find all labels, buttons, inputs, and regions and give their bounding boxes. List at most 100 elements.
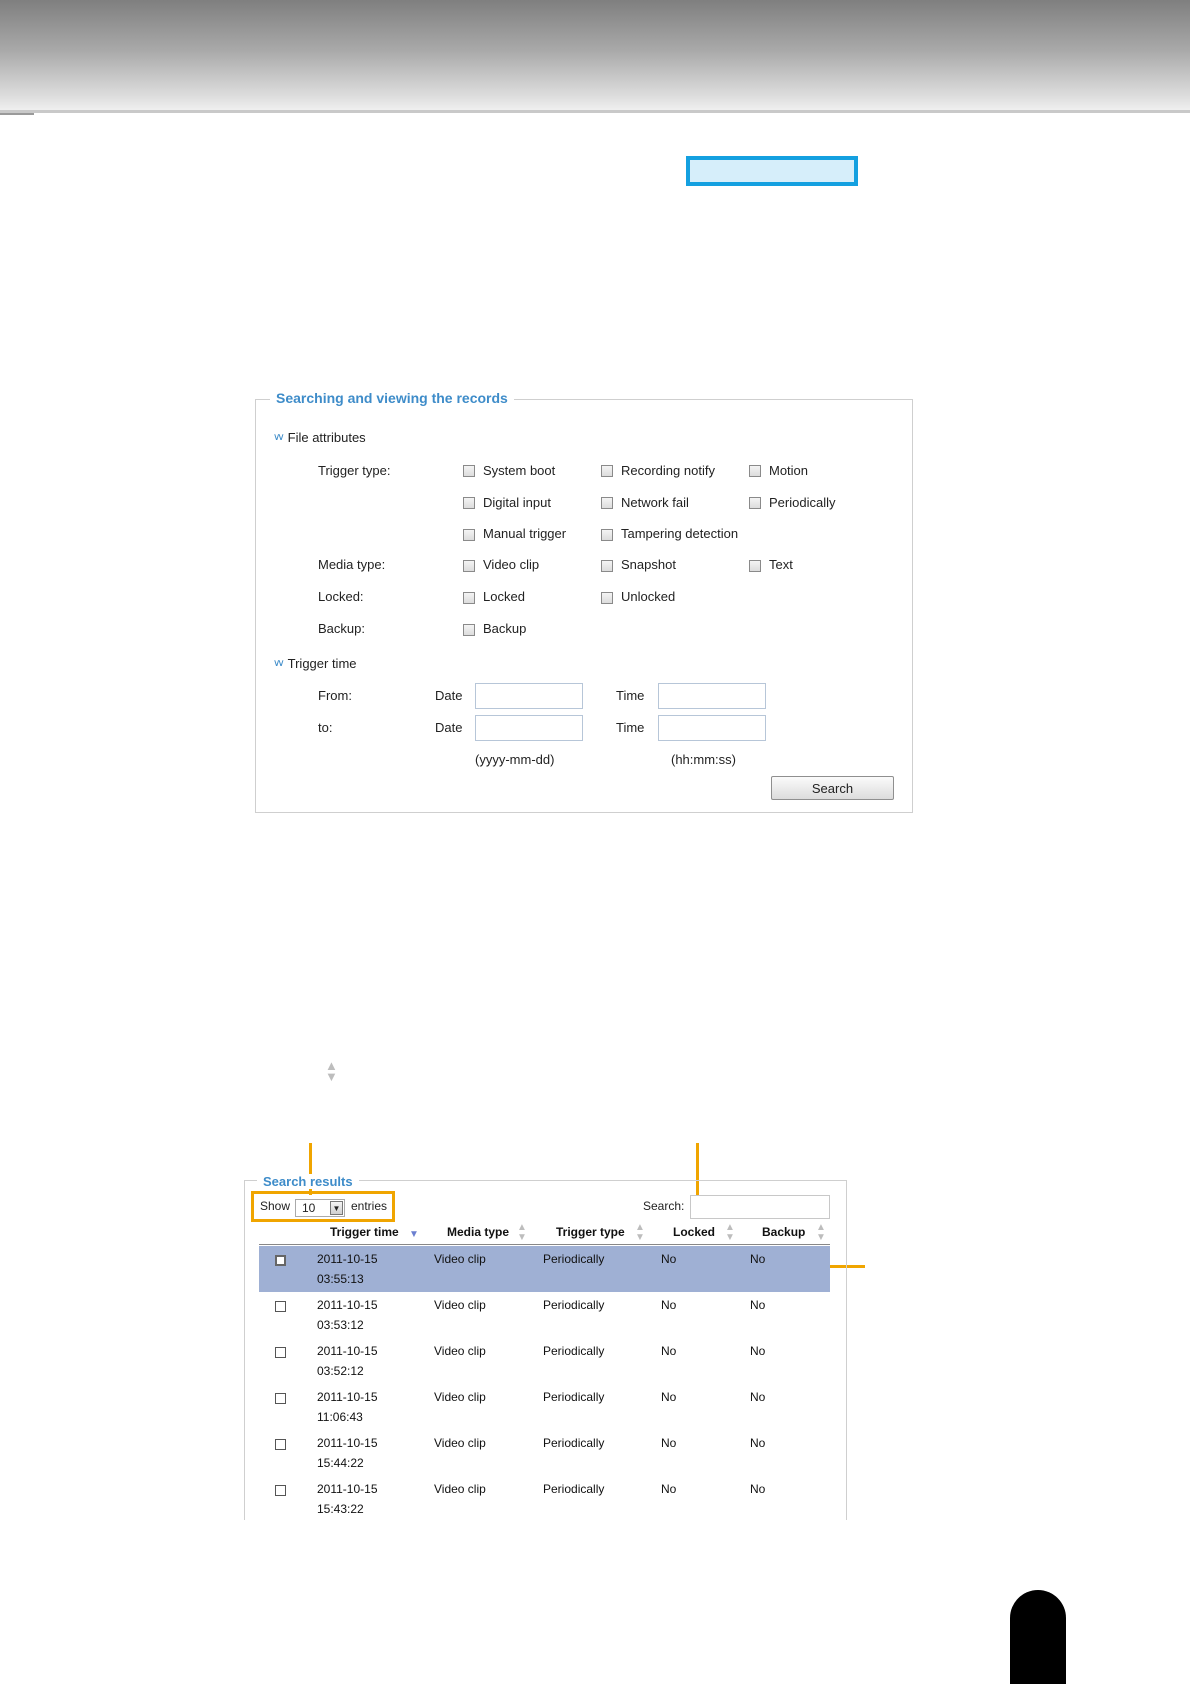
checkbox-video-clip[interactable] (463, 560, 475, 572)
row-backup: No (750, 1298, 766, 1312)
page-number-badge (1010, 1590, 1066, 1684)
row-media-type: Video clip (434, 1344, 486, 1358)
from-time-input[interactable] (658, 683, 766, 709)
row-checkbox[interactable] (275, 1485, 286, 1496)
sort-desc-icon[interactable]: ▼ (409, 1229, 419, 1240)
header-rule (0, 110, 1190, 113)
search-button[interactable]: Search (771, 776, 894, 800)
media-type-label: Media type: (318, 557, 386, 572)
sort-up-down-icon[interactable]: ▲ ▼ (815, 1223, 827, 1243)
checkbox-label: Unlocked (621, 589, 676, 604)
row-trigger-type: Periodically (543, 1390, 605, 1404)
header-divider (259, 1244, 830, 1245)
row-backup: No (750, 1436, 766, 1450)
column-header-trigger-time[interactable]: Trigger time (330, 1225, 399, 1239)
sort-up-down-icon[interactable]: ▲ ▼ (634, 1223, 646, 1243)
column-header-trigger-type[interactable]: Trigger type (556, 1225, 625, 1239)
column-header-media-type[interactable]: Media type (447, 1225, 509, 1239)
file-attributes-heading: File attributes (287, 430, 366, 445)
row-media-type: Video clip (434, 1390, 486, 1404)
backup-label: Backup: (318, 621, 365, 636)
entries-select[interactable]: 10 ▼ (295, 1199, 345, 1217)
checkbox-text[interactable] (749, 560, 761, 572)
row-trigger-time: 15:44:22 (317, 1456, 364, 1470)
checkbox-network-fail[interactable] (601, 497, 613, 509)
sort-up-down-icon[interactable]: ▲ ▼ (724, 1223, 736, 1243)
header-tick (0, 113, 34, 115)
row-trigger-date: 2011-10-15 (317, 1436, 378, 1450)
to-time-input[interactable] (658, 715, 766, 741)
checkbox-label: Periodically (769, 495, 836, 510)
locked-label: Locked: (318, 589, 364, 604)
checkbox-label: Snapshot (621, 557, 676, 572)
row-checkbox[interactable] (275, 1255, 286, 1266)
checkbox-label: Manual trigger (483, 526, 567, 541)
column-header-locked[interactable]: Locked (673, 1225, 715, 1239)
search-panel-legend: Searching and viewing the records (270, 390, 514, 406)
row-media-type: Video clip (434, 1252, 486, 1266)
checkbox-tampering-detection[interactable] (601, 529, 613, 541)
row-trigger-time: 15:43:22 (317, 1502, 364, 1516)
table-search-input[interactable] (690, 1195, 830, 1219)
row-backup: No (750, 1482, 766, 1496)
row-trigger-date: 2011-10-15 (317, 1390, 378, 1404)
row-media-type: Video clip (434, 1436, 486, 1450)
row-locked: No (661, 1252, 677, 1266)
show-label: Show (260, 1199, 291, 1213)
sort-up-down-icon[interactable]: ▲ ▼ (516, 1223, 528, 1243)
page-header-band (0, 0, 1190, 112)
row-trigger-time: 03:55:13 (317, 1272, 364, 1286)
row-trigger-time: 11:06:43 (317, 1410, 363, 1424)
double-chevron-down-icon: ∨∨ (273, 432, 285, 443)
to-date-input[interactable] (475, 715, 583, 741)
row-checkbox[interactable] (275, 1301, 286, 1312)
checkbox-recording-notify[interactable] (601, 465, 613, 477)
checkbox-label: System boot (483, 463, 556, 478)
checkbox-label: Video clip (483, 557, 540, 572)
checkbox-backup[interactable] (463, 624, 475, 636)
checkbox-digital-input[interactable] (463, 497, 475, 509)
row-trigger-date: 2011-10-15 (317, 1252, 378, 1266)
row-locked: No (661, 1482, 677, 1496)
row-checkbox[interactable] (275, 1439, 286, 1450)
row-locked: No (661, 1344, 677, 1358)
checkbox-snapshot[interactable] (601, 560, 613, 572)
highlighted-text-box (686, 156, 858, 186)
checkbox-label: Locked (483, 589, 525, 604)
row-trigger-type: Periodically (543, 1482, 605, 1496)
from-date-input[interactable] (475, 683, 583, 709)
row-locked: No (661, 1436, 677, 1450)
double-chevron-down-icon: ∨∨ (273, 658, 285, 669)
checkbox-system-boot[interactable] (463, 465, 475, 477)
results-panel-legend: Search results (257, 1174, 359, 1189)
row-checkbox[interactable] (275, 1393, 286, 1404)
row-backup: No (750, 1344, 766, 1358)
entries-select-value: 10 (302, 1201, 316, 1215)
trigger-time-toggle[interactable]: ∨∨ Trigger time (273, 656, 357, 671)
to-date-label: Date (435, 720, 463, 735)
checkbox-motion[interactable] (749, 465, 761, 477)
checkbox-label: Motion (769, 463, 809, 478)
chevron-down-icon: ▼ (330, 1201, 343, 1215)
to-label: to: (318, 720, 333, 735)
checkbox-unlocked[interactable] (601, 592, 613, 604)
row-trigger-time: 03:52:12 (317, 1364, 364, 1378)
column-header-backup[interactable]: Backup (762, 1225, 805, 1239)
trigger-time-heading: Trigger time (287, 656, 357, 671)
row-locked: No (661, 1298, 677, 1312)
time-format-hint: (hh:mm:ss) (671, 752, 736, 767)
to-time-label: Time (616, 720, 645, 735)
checkbox-label: Recording notify (621, 463, 715, 478)
row-trigger-date: 2011-10-15 (317, 1482, 378, 1496)
checkbox-manual-trigger[interactable] (463, 529, 475, 541)
trigger-type-label: Trigger type: (318, 463, 391, 478)
checkbox-periodically[interactable] (749, 497, 761, 509)
search-panel (255, 399, 913, 813)
from-time-label: Time (616, 688, 645, 703)
row-checkbox[interactable] (275, 1347, 286, 1358)
file-attributes-toggle[interactable]: ∨∨ File attributes (273, 430, 366, 445)
sort-up-down-icon: ▲ ▼ (325, 1058, 338, 1084)
row-trigger-type: Periodically (543, 1436, 605, 1450)
checkbox-locked[interactable] (463, 592, 475, 604)
checkbox-label: Tampering detection (621, 526, 739, 541)
